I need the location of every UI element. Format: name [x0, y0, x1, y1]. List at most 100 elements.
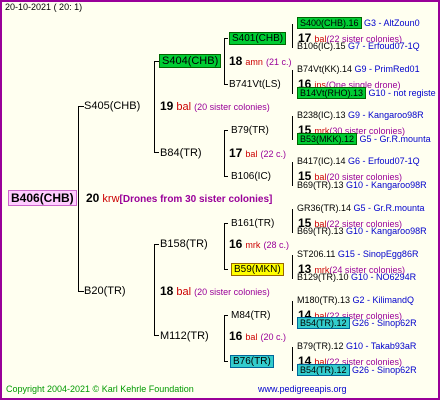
gen2-abbr: bal	[245, 332, 258, 342]
gen1-node: B20(TR)	[84, 285, 126, 298]
gen4-name: B69(TR).13	[297, 226, 344, 236]
gen4-name: B106(IC).15	[297, 41, 346, 51]
gen4-entry: S400(CHB).16 G3 - AltZoun0	[297, 17, 420, 29]
gen4-ref: G5 - Gr.R.mounta	[359, 134, 431, 144]
connector-g3-1	[292, 24, 293, 48]
connector-s404-bottom	[224, 84, 228, 85]
gen1-name: S405(CHB)	[84, 100, 141, 112]
gen2-name: B84(TR)	[160, 147, 202, 159]
connector-root	[78, 106, 79, 292]
gen4-ref: G10 - NO6294R	[351, 272, 417, 282]
gen4-name: B238(IC).13	[297, 110, 346, 120]
root-note: [Drones from 30 sister colonies]	[119, 194, 273, 205]
gen4-entry: B53(MKK).12 G5 - Gr.R.mounta	[297, 133, 431, 145]
root-info: 20 krw[Drones from 30 sister colonies]	[86, 192, 272, 206]
gen4-name: B54(TR).12	[297, 317, 350, 329]
connector-g3-3	[292, 116, 293, 140]
gen3-name: M84(TR)	[231, 310, 271, 321]
gen4-entry: B69(TR).13 G10 - Kangaroo98R	[297, 226, 427, 237]
connector-b158	[224, 223, 225, 269]
gen3-name: B161(TR)	[231, 218, 275, 229]
root-abbr: krw	[102, 193, 120, 205]
connector-m112-top	[224, 315, 228, 316]
gen4-ref: G15 - SinopEgg86R	[337, 249, 419, 259]
gen1-name: B20(TR)	[84, 285, 126, 297]
gen4-name: B53(MKK).12	[297, 133, 358, 145]
footer-site-link[interactable]: www.pedigreeapis.org	[258, 384, 347, 395]
gen4-name: B417(IC).14	[297, 156, 346, 166]
gen1-note: (20 sister colonies)	[194, 287, 270, 297]
gen4-name: B74Vt(KK).14	[297, 64, 353, 74]
gen4-ref: G26 - Sinop62R	[352, 318, 417, 328]
gen4-name: B14Vt(RHO).13	[297, 87, 367, 99]
gen4-ref: G9 - PrimRed01	[354, 64, 420, 74]
gen3-node: B76(TR)	[230, 355, 274, 368]
connector-b84-bottom	[224, 176, 228, 177]
gen3-node: B59(MKN)	[231, 263, 284, 276]
gen2-info: 18 amn (21 c.)	[229, 55, 292, 69]
gen3-name: B59(MKN)	[231, 263, 284, 276]
gen2-info: 16 bal (20 c.)	[229, 330, 286, 344]
gen2-count: 18	[229, 54, 243, 68]
connector-b158-bottom	[224, 269, 228, 270]
gen2-abbr: mrk	[245, 240, 261, 250]
gen3-name: S401(CHB)	[229, 32, 287, 45]
gen4-entry: B106(IC).15 G7 - Erfoud07-1Q	[297, 41, 420, 52]
gen4-entry: B79(TR).12 G10 - Takab93aR	[297, 341, 416, 352]
connector-s405-bottom	[154, 152, 159, 153]
gen4-entry: M180(TR).13 G2 - KilimandQ	[297, 295, 414, 306]
connector-b20-top	[154, 244, 159, 245]
gen4-name: B54(TR).12	[297, 364, 350, 376]
gen4-ref: G10 - Kangaroo98R	[346, 180, 427, 190]
time: ( 20: 1)	[53, 2, 83, 12]
gen1-abbr: bal	[176, 286, 192, 298]
gen2-name: M112(TR)	[160, 330, 209, 342]
gen2-node: S404(CHB)	[159, 54, 222, 68]
gen4-ref: G2 - KilimandQ	[352, 295, 415, 305]
gen4-entry: ST206.11 G15 - SinopEgg86R	[297, 249, 418, 260]
gen3-node: B79(TR)	[231, 124, 269, 137]
gen4-name: B79(TR).12	[297, 341, 344, 351]
gen3-node: S401(CHB)	[229, 32, 287, 45]
gen3-node: B741Vt(LS)	[229, 78, 281, 91]
gen2-node: B84(TR)	[160, 147, 202, 160]
gen4-entry: B238(IC).13 G9 - Kangaroo98R	[297, 110, 424, 121]
gen3-name: B106(IC)	[231, 171, 272, 182]
gen4-entry: B69(TR).13 G10 - Kangaroo98R	[297, 180, 427, 191]
gen4-ref: G6 - Erfoud07-1Q	[348, 156, 420, 166]
gen1-node: S405(CHB)	[84, 100, 140, 113]
gen1-info: 18 bal (20 sister colonies)	[160, 285, 270, 299]
gen1-count: 19	[160, 99, 174, 113]
connector-b20-bottom	[154, 335, 159, 336]
gen4-name: B69(TR).13	[297, 180, 344, 190]
connector-g3-5	[292, 209, 293, 233]
gen1-count: 18	[160, 284, 174, 298]
gen2-node: M112(TR)	[160, 330, 209, 343]
root-count: 20	[86, 191, 100, 205]
gen2-node: B158(TR)	[160, 238, 208, 251]
gen4-name: ST206.11	[297, 249, 336, 259]
connector-g3-4	[292, 162, 293, 186]
gen4-entry: GR36(TR).14 G5 - Gr.R.mounta	[297, 203, 425, 214]
connector-g3-7	[292, 301, 293, 325]
gen4-entry: B417(IC).14 G6 - Erfoud07-1Q	[297, 156, 420, 167]
connector-b84	[224, 130, 225, 176]
gen1-abbr: bal	[176, 101, 192, 113]
connector-s404-top	[224, 38, 228, 39]
connector-g3-8	[292, 347, 293, 371]
gen4-ref: G9 - Kangaroo98R	[348, 110, 424, 120]
gen4-name: M180(TR).13	[297, 295, 351, 305]
connector-b158-top	[224, 223, 228, 224]
gen4-name: B129(TR).10	[297, 272, 349, 282]
root-node: B406(CHB)	[8, 190, 77, 206]
gen4-entry: B54(TR).12 G26 - Sinop62R	[297, 364, 417, 376]
gen4-ref: G10 - Takab93aR	[346, 341, 417, 351]
connector-m112	[224, 315, 225, 361]
connector-g3-2	[292, 70, 293, 94]
gen4-entry: B14Vt(RHO).13 G10 - not registe	[297, 87, 436, 99]
gen4-ref: G26 - Sinop62R	[352, 365, 417, 375]
gen3-name: B741Vt(LS)	[229, 79, 281, 90]
connector-b84-top	[224, 130, 228, 131]
gen4-ref: G7 - Erfoud07-1Q	[348, 41, 420, 51]
gen2-note: (28 c.)	[263, 240, 289, 250]
